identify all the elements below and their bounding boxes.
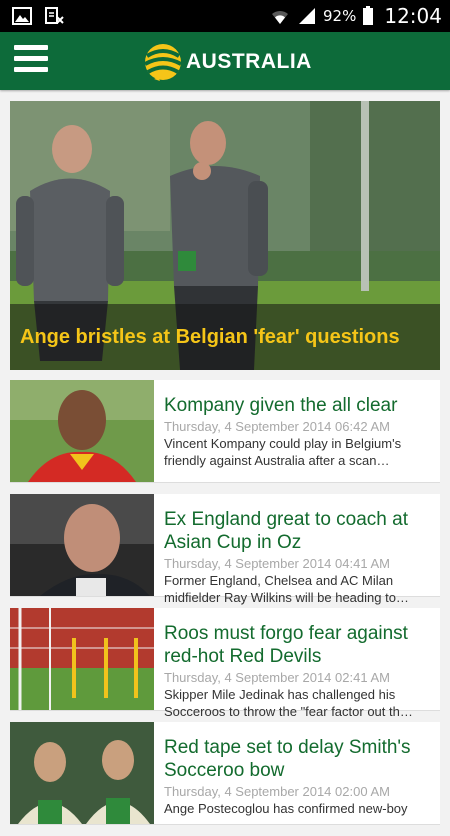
featured-headline: Ange bristles at Belgian 'fear' question… xyxy=(20,326,400,348)
notification-icons xyxy=(12,7,64,25)
article-list-item[interactable]: Ex England great to coach at Asian Cup i… xyxy=(10,494,440,605)
article-headline: Ex England great to coach at Asian Cup i… xyxy=(164,509,408,553)
brand-logo: AUSTRALIA xyxy=(142,40,312,84)
article-text: Kompany given the all clear Thursday, 4 … xyxy=(164,394,434,469)
article-text: Roos must forgo fear against red-hot Red… xyxy=(164,622,434,720)
article-headline: Kompany given the all clear xyxy=(164,395,398,416)
article-list: Kompany given the all clear Thursday, 4 … xyxy=(10,380,440,836)
wifi-icon xyxy=(272,10,289,24)
article-list-item[interactable]: Kompany given the all clear Thursday, 4 … xyxy=(10,380,440,483)
article-thumbnail xyxy=(10,380,154,482)
battery-percent: 92% xyxy=(323,7,357,25)
article-list-item[interactable]: Red tape set to delay Smith's Socceroo b… xyxy=(10,722,440,825)
article-snippet: Vincent Kompany could play in Belgium's … xyxy=(164,436,402,468)
menu-line-icon xyxy=(14,67,48,72)
article-list-item[interactable]: Roos must forgo fear against red-hot Red… xyxy=(10,608,440,719)
menu-line-icon xyxy=(14,45,48,50)
featured-caption: Ange bristles at Belgian 'fear' question… xyxy=(10,304,440,370)
article-snippet: Skipper Mile Jedinak has challenged his … xyxy=(164,687,413,719)
image-icon xyxy=(12,7,32,25)
article-thumbnail xyxy=(10,608,154,710)
football-federation-logo-icon xyxy=(144,44,182,81)
signal-icon xyxy=(299,8,316,24)
clock: 12:04 xyxy=(384,4,442,28)
article-date: Thursday, 4 September 2014 04:41 AM xyxy=(164,556,390,571)
article-text: Ex England great to coach at Asian Cup i… xyxy=(164,508,434,606)
article-headline: Roos must forgo fear against red-hot Red… xyxy=(164,623,408,667)
featured-article[interactable]: Ange bristles at Belgian 'fear' question… xyxy=(10,101,440,370)
article-snippet: Former England, Chelsea and AC Milan mid… xyxy=(164,573,409,605)
article-snippet: Ange Postecoglou has confirmed new-boy xyxy=(164,801,408,816)
app-bar: AUSTRALIA xyxy=(0,32,450,90)
system-icons: 92% 12:04 xyxy=(269,0,442,32)
article-thumbnail xyxy=(10,722,154,824)
article-date: Thursday, 4 September 2014 02:41 AM xyxy=(164,670,390,685)
article-thumbnail xyxy=(10,494,154,596)
menu-line-icon xyxy=(14,56,48,61)
article-date: Thursday, 4 September 2014 06:42 AM xyxy=(164,419,390,434)
app-title: AUSTRALIA xyxy=(186,50,312,73)
battery-icon xyxy=(363,6,374,25)
hamburger-menu-button[interactable] xyxy=(14,45,48,77)
article-headline: Red tape set to delay Smith's Socceroo b… xyxy=(164,737,411,781)
article-text: Red tape set to delay Smith's Socceroo b… xyxy=(164,736,434,817)
article-date: Thursday, 4 September 2014 02:00 AM xyxy=(164,784,390,799)
status-bar: 92% 12:04 xyxy=(0,0,450,32)
download-notification-icon xyxy=(45,7,64,24)
